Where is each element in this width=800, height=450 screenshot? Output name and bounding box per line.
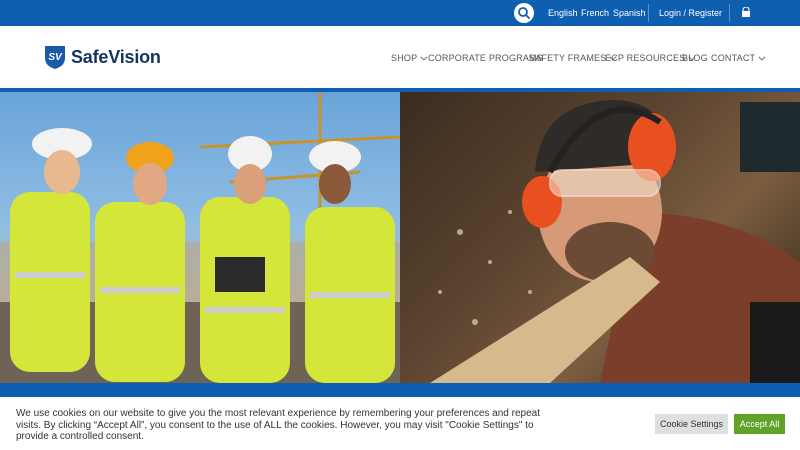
nav-corporate-programs[interactable]: CORPORATE PROGRAMS <box>428 52 543 64</box>
hero-bottom-band <box>0 383 800 397</box>
cookie-banner: We use cookies on our website to give yo… <box>0 397 800 450</box>
nav-label: SHOP <box>391 53 418 63</box>
nav-label: CORPORATE PROGRAMS <box>428 53 543 63</box>
divider <box>648 4 649 22</box>
nav-shop[interactable]: SHOP <box>391 52 428 64</box>
logo-mark-text: SV <box>48 52 63 63</box>
nav-label: ECP RESOURCES <box>605 53 686 63</box>
search-icon <box>518 7 530 19</box>
shield-logo-icon[interactable]: SV <box>43 44 67 70</box>
shopping-bag-icon[interactable] <box>740 7 752 19</box>
nav-contact[interactable]: CONTACT <box>711 52 766 64</box>
divider <box>729 4 730 22</box>
language-english[interactable]: English <box>548 7 578 19</box>
accept-all-button[interactable]: Accept All <box>734 414 785 434</box>
chevron-down-icon <box>420 53 428 61</box>
hero-image-construction-workers <box>0 92 400 383</box>
chevron-down-icon <box>758 53 766 61</box>
nav-label: SAFETY FRAMES <box>529 53 607 63</box>
nav-blog[interactable]: BLOG <box>682 52 708 64</box>
cookie-message: We use cookies on our website to give yo… <box>16 408 540 442</box>
language-french[interactable]: French <box>581 7 609 19</box>
hero-image-woodworker <box>400 92 800 383</box>
search-button[interactable] <box>514 3 534 23</box>
construction-scene-illustration <box>0 92 400 383</box>
login-register-link[interactable]: Login / Register <box>659 7 722 19</box>
nav-safety-frames[interactable]: SAFETY FRAMES <box>529 52 617 64</box>
language-spanish[interactable]: Spanish <box>613 7 646 19</box>
brand-name[interactable]: SafeVision <box>71 46 161 68</box>
cookie-settings-button[interactable]: Cookie Settings <box>655 414 728 434</box>
woodworker-scene-illustration <box>430 100 800 383</box>
nav-label: CONTACT <box>711 53 756 63</box>
nav-label: BLOG <box>682 53 708 63</box>
nav-ecp-resources[interactable]: ECP RESOURCES <box>605 52 696 64</box>
top-bar: English French Spanish Login / Register <box>0 0 800 26</box>
site-header: SV SafeVision SHOP CORPORATE PROGRAMS SA… <box>0 26 800 88</box>
